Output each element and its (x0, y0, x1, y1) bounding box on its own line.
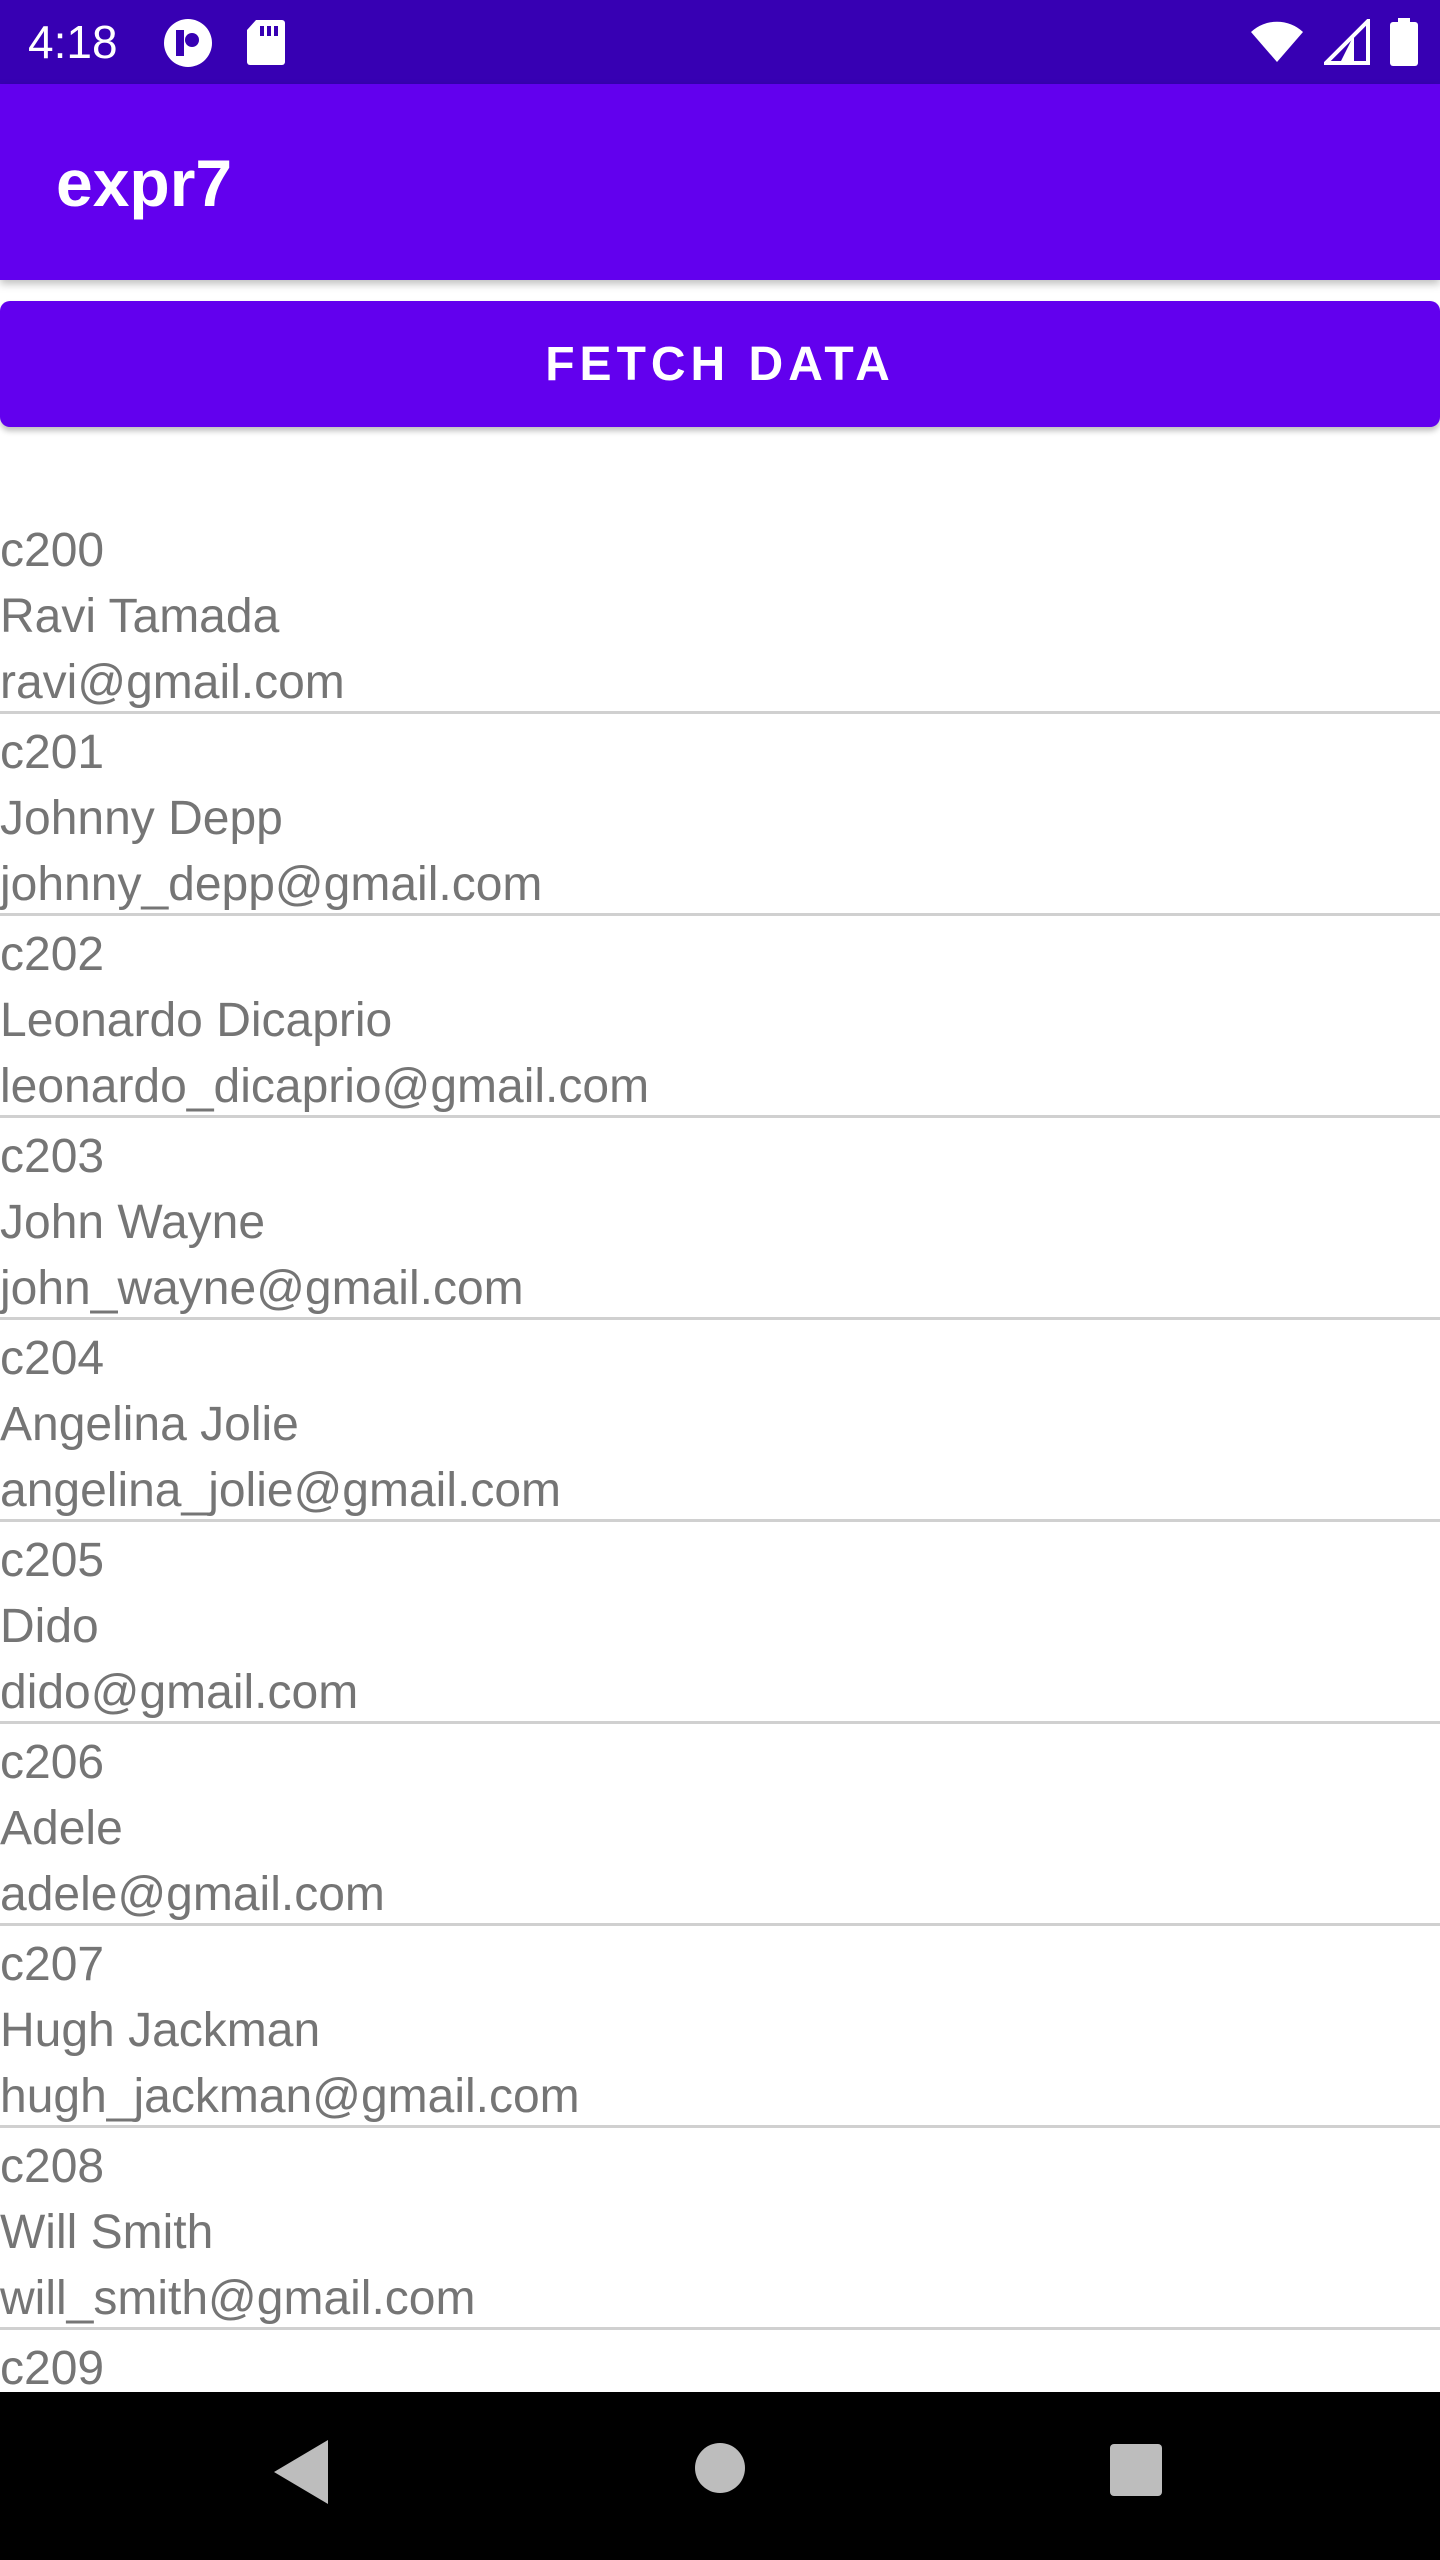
app-notification-icon (162, 18, 214, 73)
status-right-icons (1250, 16, 1418, 71)
contact-name: John Wayne (0, 1196, 266, 1249)
navigation-bar (0, 2392, 1440, 2560)
contact-email: johnny_depp@gmail.com (0, 858, 543, 911)
contact-name: Dido (0, 1600, 99, 1653)
contact-id: c207 (0, 1938, 105, 1991)
contact-id: c208 (0, 2140, 105, 2193)
contact-email: will_smith@gmail.com (0, 2272, 476, 2325)
list-item[interactable]: c200 Ravi Tamada ravi@gmail.com (0, 512, 1440, 714)
back-icon[interactable] (270, 2436, 332, 2513)
contact-id: c201 (0, 726, 105, 779)
battery-icon (1390, 18, 1418, 71)
home-icon[interactable] (694, 2442, 746, 2499)
signal-icon (1321, 16, 1370, 70)
list-item[interactable]: c205 Dido dido@gmail.com (0, 1522, 1440, 1724)
status-time: 4:18 (28, 16, 118, 68)
status-left-icons (162, 18, 286, 73)
sd-card-icon (246, 18, 286, 73)
contact-email: hugh_jackman@gmail.com (0, 2070, 580, 2123)
contact-id: c209 (0, 2342, 105, 2392)
contact-id: c202 (0, 928, 105, 981)
contact-email: dido@gmail.com (0, 1666, 359, 1719)
recents-icon[interactable] (1110, 2444, 1162, 2501)
contact-id: c204 (0, 1332, 105, 1385)
contact-name: Hugh Jackman (0, 2004, 321, 2057)
contact-name: Leonardo Dicaprio (0, 994, 393, 1047)
contact-email: adele@gmail.com (0, 1868, 385, 1921)
contact-email: angelina_jolie@gmail.com (0, 1464, 562, 1517)
contact-id: c203 (0, 1130, 105, 1183)
contact-id: c206 (0, 1736, 105, 1789)
list-item[interactable]: c204 Angelina Jolie angelina_jolie@gmail… (0, 1320, 1440, 1522)
contact-email: leonardo_dicaprio@gmail.com (0, 1060, 650, 1113)
list-item[interactable]: c201 Johnny Depp johnny_depp@gmail.com (0, 714, 1440, 916)
contact-name: Ravi Tamada (0, 590, 280, 643)
wifi-icon (1250, 20, 1304, 69)
contact-id: c205 (0, 1534, 105, 1587)
list-item[interactable]: c208 Will Smith will_smith@gmail.com (0, 2128, 1440, 2330)
list-item[interactable]: c209 (0, 2330, 1440, 2392)
fetch-data-button[interactable]: FETCH DATA (0, 301, 1440, 427)
app-title: expr7 (56, 146, 233, 220)
list-item[interactable]: c203 John Wayne john_wayne@gmail.com (0, 1118, 1440, 1320)
list-item[interactable]: c202 Leonardo Dicaprio leonardo_dicaprio… (0, 916, 1440, 1118)
contact-email: john_wayne@gmail.com (0, 1262, 524, 1315)
list-item[interactable]: c206 Adele adele@gmail.com (0, 1724, 1440, 1926)
contact-name: Johnny Depp (0, 792, 283, 845)
contact-name: Will Smith (0, 2206, 214, 2259)
contact-email: ravi@gmail.com (0, 656, 345, 709)
contact-name: Angelina Jolie (0, 1398, 299, 1451)
list-item[interactable]: c207 Hugh Jackman hugh_jackman@gmail.com (0, 1926, 1440, 2128)
app-bar: expr7 (0, 84, 1440, 280)
contact-name: Adele (0, 1802, 123, 1855)
contact-list[interactable]: c200 Ravi Tamada ravi@gmail.com c201 Joh… (0, 512, 1440, 2392)
contact-id: c200 (0, 524, 105, 577)
status-bar: 4:18 (0, 0, 1440, 84)
